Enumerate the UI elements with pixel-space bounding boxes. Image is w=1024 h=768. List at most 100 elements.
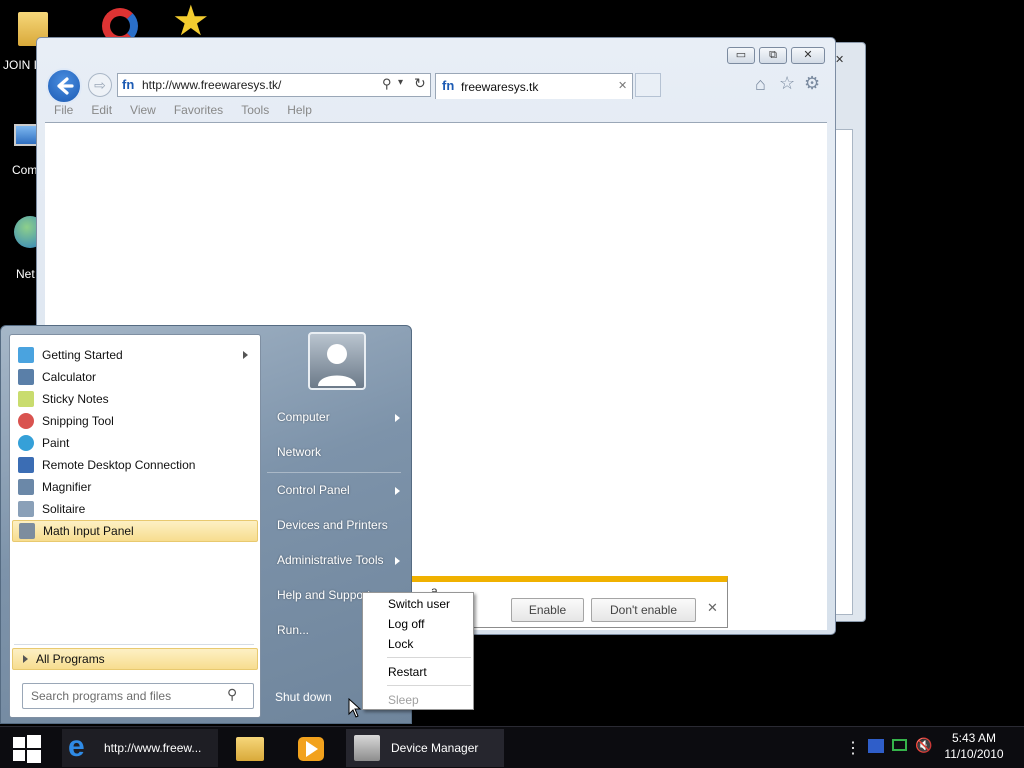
list-item[interactable]: Sticky Notes [12, 388, 258, 410]
taskbar-item-media-player[interactable] [290, 729, 334, 767]
menu-edit[interactable]: Edit [82, 100, 121, 122]
clock[interactable]: 5:43 AM 11/10/2010 [942, 731, 1006, 761]
menu-item-switch-user[interactable]: Switch user [388, 597, 450, 611]
menu-item-network[interactable]: Network [277, 445, 321, 459]
maximize-button[interactable]: ⧉ [759, 47, 787, 64]
search-input[interactable]: Search programs and files ⚲ [22, 683, 254, 709]
list-item[interactable]: Calculator [12, 366, 258, 388]
tab-favicon-icon: fn [442, 78, 455, 93]
back-arrow-icon [57, 77, 74, 95]
tab-title: freewaresys.tk [461, 80, 539, 94]
search-icon[interactable]: ⚲ [382, 76, 392, 92]
menu-item-devices-printers[interactable]: Devices and Printers [277, 518, 388, 532]
paint-icon [18, 435, 34, 451]
clock-time: 5:43 AM [951, 731, 997, 745]
volume-muted-icon[interactable]: 🔇 [915, 737, 932, 754]
taskbar-item-device-manager[interactable]: Device Manager [346, 729, 504, 767]
gear-icon[interactable]: ⚙ [804, 73, 820, 94]
program-label: Math Input Panel [43, 524, 134, 538]
site-favicon-icon: fn [122, 77, 135, 92]
program-label: Remote Desktop Connection [42, 458, 196, 472]
menu-item-computer[interactable]: Computer [277, 410, 330, 424]
getting-started-icon [18, 347, 34, 363]
menu-item-admin-tools[interactable]: Administrative Tools [277, 553, 384, 567]
back-button[interactable] [46, 68, 82, 104]
tray-overflow-icon[interactable]: ⋮ [845, 738, 861, 758]
list-item[interactable]: Magnifier [12, 476, 258, 498]
list-item[interactable]: Solitaire [12, 498, 258, 520]
clock-date: 11/10/2010 [944, 747, 1004, 761]
magnifier-icon [18, 479, 34, 495]
desktop-icon-label: Net [16, 267, 35, 281]
favorites-star-icon[interactable]: ☆ [779, 73, 795, 94]
program-label: Snipping Tool [42, 414, 114, 428]
chevron-right-icon [243, 351, 248, 359]
menu-help[interactable]: Help [278, 100, 321, 122]
taskbar-item-explorer[interactable] [228, 729, 272, 767]
menu-item-control-panel[interactable]: Control Panel [277, 483, 350, 497]
menu-item-restart[interactable]: Restart [388, 665, 427, 679]
tab-freewaresys[interactable]: fn freewaresys.tk ✕ [435, 73, 633, 99]
menu-file[interactable]: File [45, 100, 82, 122]
calculator-icon [18, 369, 34, 385]
taskbar-ie-label: http://www.freew... [104, 741, 202, 755]
minimize-button[interactable]: ▭ [727, 47, 755, 64]
menu-item-help-support[interactable]: Help and Support [277, 588, 370, 602]
solitaire-icon [18, 501, 34, 517]
avatar[interactable] [308, 332, 366, 390]
close-icon[interactable]: ✕ [835, 53, 844, 66]
new-tab-button[interactable] [635, 73, 661, 97]
address-bar[interactable]: fn http://www.freewaresys.tk/ ⚲ ▾ ↻ [117, 73, 431, 97]
program-label: Paint [42, 436, 70, 450]
programs-pane: Getting Started Calculator Sticky Notes … [9, 334, 261, 718]
program-label: Getting Started [42, 348, 123, 362]
list-item[interactable]: Paint [12, 432, 258, 454]
separator [267, 472, 401, 473]
start-menu: Getting Started Calculator Sticky Notes … [0, 325, 412, 724]
menu-item-run[interactable]: Run... [277, 623, 309, 637]
menu-item-log-off[interactable]: Log off [388, 617, 424, 631]
list-item[interactable]: Remote Desktop Connection [12, 454, 258, 476]
action-center-flag-icon[interactable] [868, 739, 884, 753]
shutdown-button[interactable]: Shut down [267, 684, 351, 710]
notification-close-icon[interactable]: ✕ [707, 600, 718, 616]
menu-item-sleep[interactable]: Sleep [388, 693, 419, 707]
program-label: Sticky Notes [42, 392, 109, 406]
separator [14, 644, 254, 645]
device-manager-icon [354, 735, 380, 761]
enable-button[interactable]: Enable [511, 598, 584, 622]
taskbar-item-ie[interactable]: e http://www.freew... [62, 729, 218, 767]
address-input[interactable]: http://www.freewaresys.tk/ [142, 78, 281, 92]
program-label: Calculator [42, 370, 97, 384]
refresh-icon[interactable]: ↻ [414, 75, 426, 92]
forward-button[interactable]: ⇨ [88, 73, 112, 97]
start-button[interactable] [6, 729, 48, 767]
menu-bar: File Edit View Favorites Tools Help [45, 100, 321, 122]
home-icon[interactable]: ⌂ [755, 74, 766, 95]
menu-tools[interactable]: Tools [232, 100, 278, 122]
chevron-down-icon[interactable]: ▾ [398, 77, 403, 88]
chevron-right-icon [395, 414, 400, 422]
snipping-tool-icon [18, 413, 34, 429]
taskbar-device-manager-label: Device Manager [391, 741, 479, 755]
taskbar: e http://www.freew... Device Manager ⋮ 🔇… [0, 726, 1024, 768]
network-tray-icon[interactable] [892, 739, 907, 751]
separator [387, 657, 471, 658]
list-item-selected[interactable]: Math Input Panel [12, 520, 258, 542]
math-input-icon [19, 523, 35, 539]
menu-favorites[interactable]: Favorites [165, 100, 232, 122]
menu-item-lock[interactable]: Lock [388, 637, 413, 651]
all-programs-button[interactable]: All Programs [12, 648, 258, 670]
menu-view[interactable]: View [121, 100, 165, 122]
list-item[interactable]: Snipping Tool [12, 410, 258, 432]
chevron-right-icon [23, 655, 28, 663]
dont-enable-button[interactable]: Don't enable [591, 598, 696, 622]
search-icon: ⚲ [227, 686, 238, 702]
list-item[interactable]: Getting Started [12, 344, 258, 366]
folder-icon [236, 737, 264, 761]
play-icon [306, 741, 318, 757]
close-button[interactable]: ✕ [791, 47, 825, 64]
tab-close-icon[interactable]: ✕ [618, 79, 627, 92]
internet-explorer-icon: e [68, 730, 85, 763]
program-label: Solitaire [42, 502, 86, 516]
